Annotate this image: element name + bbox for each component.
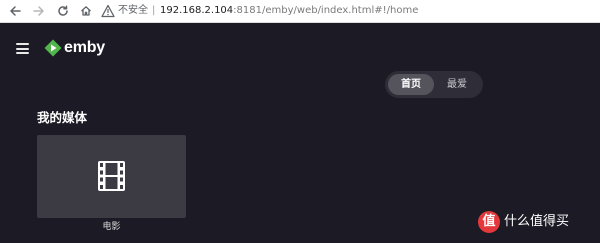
forward-arrow-icon [33, 6, 44, 16]
media-library-label[interactable]: 电影 [37, 221, 186, 234]
home-tabs: 首页 最爱 [385, 71, 483, 98]
tab-favorites[interactable]: 最爱 [434, 74, 480, 95]
watermark: 值 什么值得买 [478, 209, 596, 235]
security-status[interactable]: 不安全 [118, 4, 148, 18]
emby-logo-icon [44, 39, 62, 57]
browser-toolbar: 不安全 | 192.168.2.104:8181/emby/web/index.… [0, 0, 600, 23]
logo-text: emby [64, 39, 105, 56]
url-host: 192.168.2.104 [160, 5, 234, 16]
watermark-text: 什么值得买 [504, 214, 570, 229]
url-separator: | [152, 5, 156, 16]
media-library-card-movies[interactable] [37, 135, 186, 218]
hamburger-menu-icon[interactable] [16, 43, 29, 54]
back-arrow-icon [10, 6, 21, 16]
url-path: :8181/emby/web/index.html#!/home [233, 5, 419, 16]
film-icon [98, 161, 125, 191]
emby-logo[interactable]: emby [44, 38, 134, 58]
tab-home[interactable]: 首页 [388, 74, 434, 95]
home-icon [81, 6, 91, 16]
back-button[interactable] [6, 2, 24, 20]
home-button[interactable] [77, 2, 95, 20]
forward-button[interactable] [30, 2, 48, 20]
warning-icon[interactable] [101, 4, 115, 18]
address-bar[interactable]: 192.168.2.104:8181/emby/web/index.html#!… [160, 4, 418, 18]
reload-button[interactable] [54, 2, 72, 20]
section-title: 我的媒体 [37, 110, 88, 125]
reload-icon [58, 5, 68, 16]
watermark-badge: 值 [478, 211, 500, 233]
